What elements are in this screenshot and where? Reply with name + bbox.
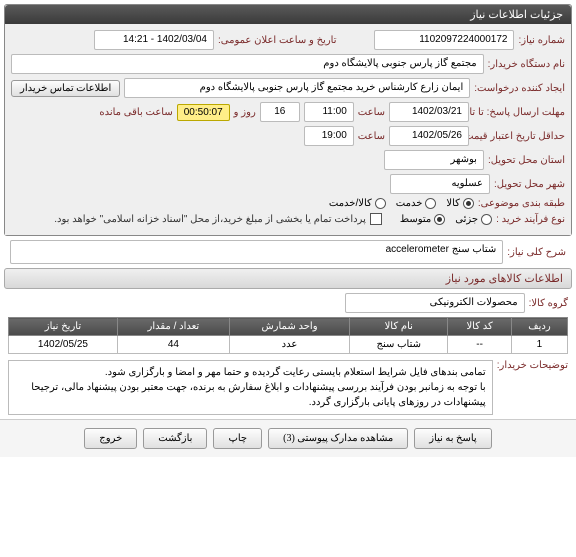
process-radio-group: جزئی متوسط	[400, 214, 492, 225]
radio-option[interactable]: کالا/خدمت	[329, 198, 386, 209]
val-public-date: 1402/03/04 - 14:21	[94, 30, 214, 50]
footer-button-bar: پاسخ به نیاز مشاهده مدارک پیوستی (3) چاپ…	[0, 419, 576, 457]
lbl-need-no: شماره نیاز:	[518, 35, 565, 46]
goods-table: ردیفکد کالانام کالاواحد شمارشتعداد / مقد…	[8, 317, 568, 354]
val-goods-group: محصولات الکترونیکی	[345, 293, 525, 313]
table-header-cell: کد کالا	[448, 318, 512, 336]
val-days-left: 16	[260, 102, 300, 122]
lbl-time-remain: ساعت باقی مانده	[99, 107, 172, 118]
contact-buyer-button[interactable]: اطلاعات تماس خریدار	[11, 80, 120, 97]
lbl-province: استان محل تحویل:	[488, 155, 565, 166]
panel-header: جزئیات اطلاعات نیاز	[5, 5, 571, 24]
lbl-category: طبقه بندی موضوعی:	[478, 198, 565, 209]
back-button[interactable]: بازگشت	[143, 428, 207, 449]
lbl-requester: ایجاد کننده درخواست:	[474, 83, 565, 94]
respond-button[interactable]: پاسخ به نیاز	[414, 428, 492, 449]
table-cell: 1402/05/25	[9, 336, 118, 354]
category-radio-group: کالا خدمت کالا/خدمت	[329, 198, 474, 209]
countdown-timer: 00:50:07	[177, 104, 230, 121]
table-cell: 44	[117, 336, 229, 354]
table-cell: --	[448, 336, 512, 354]
panel-body: شماره نیاز: 1102097224000172 تاریخ و ساع…	[5, 24, 571, 235]
table-row[interactable]: 1--شتاب سنجعدد441402/05/25	[9, 336, 568, 354]
table-header-cell: تاریخ نیاز	[9, 318, 118, 336]
table-header-cell: تعداد / مقدار	[117, 318, 229, 336]
lbl-process: نوع فرآیند خرید :	[496, 214, 565, 225]
lbl-time1: ساعت	[358, 107, 385, 118]
radio-circle-icon	[463, 198, 474, 209]
lbl-goods-group: گروه کالا:	[529, 298, 568, 309]
radio-circle-icon	[434, 214, 445, 225]
radio-label: کالا/خدمت	[329, 198, 372, 209]
table-cell: شتاب سنج	[350, 336, 448, 354]
val-deadline-time: 11:00	[304, 102, 354, 122]
need-details-panel: جزئیات اطلاعات نیاز شماره نیاز: 11020972…	[4, 4, 572, 236]
radio-circle-icon	[425, 198, 436, 209]
val-general-desc: شتاب سنج accelerometer	[10, 240, 503, 264]
val-requester: ایمان زارع کارشناس خرید مجتمع گاز پارس ج…	[124, 78, 470, 98]
radio-option[interactable]: متوسط	[400, 214, 445, 225]
table-cell: 1	[511, 336, 567, 354]
goods-section-title: اطلاعات کالاهای مورد نیاز	[4, 268, 572, 289]
radio-circle-icon	[375, 198, 386, 209]
lbl-time2: ساعت	[358, 131, 385, 142]
radio-option[interactable]: کالا	[446, 198, 474, 209]
lbl-public-date: تاریخ و ساعت اعلان عمومی:	[218, 35, 337, 46]
radio-label: خدمت	[396, 198, 423, 209]
lbl-notes: توضیحات خریدار:	[497, 360, 568, 371]
radio-label: متوسط	[400, 214, 431, 225]
table-header-cell: نام کالا	[350, 318, 448, 336]
view-docs-button[interactable]: مشاهده مدارک پیوستی (3)	[268, 428, 408, 449]
val-validity-date: 1402/05/26	[389, 126, 469, 146]
lbl-deadline: مهلت ارسال پاسخ: تا تاریخ:	[473, 107, 565, 118]
radio-label: کالا	[446, 198, 460, 209]
lbl-day-and: روز و	[234, 107, 256, 118]
lbl-general-desc: شرح کلی نیاز:	[507, 247, 566, 258]
treasury-checkbox[interactable]	[370, 213, 382, 225]
table-header-cell: واحد شمارش	[229, 318, 349, 336]
lbl-pay-note: پرداخت تمام یا بخشی از مبلغ خرید،از محل …	[54, 214, 366, 225]
radio-circle-icon	[481, 214, 492, 225]
table-cell: عدد	[229, 336, 349, 354]
exit-button[interactable]: خروج	[84, 428, 137, 449]
lbl-validity: حداقل تاریخ اعتبار قیمت: تا تاریخ:	[473, 131, 565, 142]
desc-panel: شرح کلی نیاز: شتاب سنج accelerometer	[4, 240, 572, 264]
radio-option[interactable]: جزئی	[455, 214, 492, 225]
val-need-no: 1102097224000172	[374, 30, 514, 50]
radio-label: جزئی	[455, 214, 478, 225]
table-header-cell: ردیف	[511, 318, 567, 336]
table-header-row: ردیفکد کالانام کالاواحد شمارشتعداد / مقد…	[9, 318, 568, 336]
print-button[interactable]: چاپ	[213, 428, 262, 449]
buyer-notes-box: تمامی بندهای فایل شرایط استعلام بایستی ر…	[8, 360, 493, 415]
val-validity-time: 19:00	[304, 126, 354, 146]
val-buyer-org: مجتمع گاز پارس جنوبی پالایشگاه دوم	[11, 54, 484, 74]
lbl-city: شهر محل تحویل:	[494, 179, 565, 190]
radio-option[interactable]: خدمت	[396, 198, 437, 209]
val-city: عسلویه	[390, 174, 490, 194]
lbl-buyer-org: نام دستگاه خریدار:	[488, 59, 565, 70]
val-province: بوشهر	[384, 150, 484, 170]
val-deadline-date: 1402/03/21	[389, 102, 469, 122]
